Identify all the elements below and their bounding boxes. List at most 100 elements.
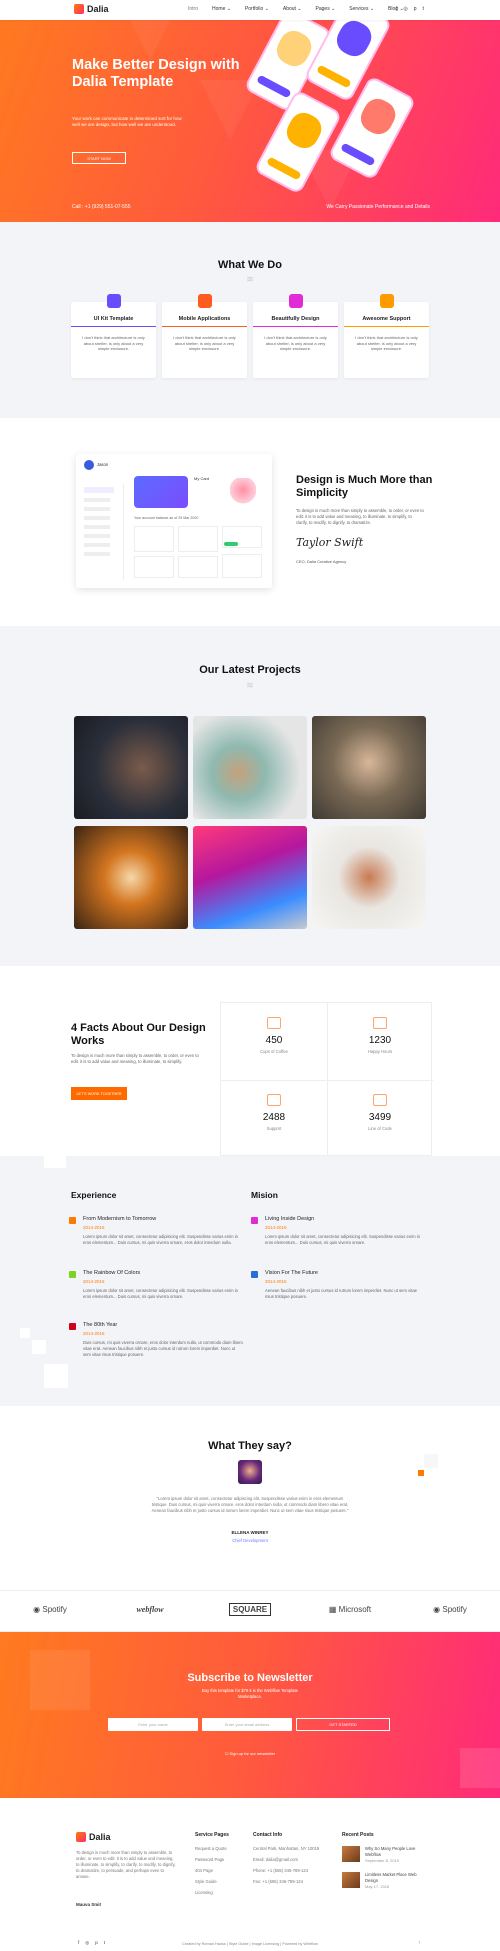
hero-lead: Your work can communicate in determined …: [72, 116, 182, 127]
what-we-do-section: What We Do ≋ UI Kit Template I don't thi…: [0, 222, 500, 418]
section-title: What We Do: [218, 259, 282, 271]
work-together-button[interactable]: LET'S WORK TOGETHER: [71, 1087, 127, 1100]
testimonial-name: ELLENA WINREY: [231, 1530, 269, 1535]
service-card[interactable]: Beautifully Design I don't think that ar…: [253, 294, 338, 378]
fact-number: 450: [265, 1035, 283, 1046]
footer-about: To design is much more than simply to as…: [76, 1850, 176, 1879]
square-logo: SQUARE: [200, 1603, 300, 1616]
design-title: Design is Much More than Simplicity: [296, 474, 433, 499]
dashboard-sidebar: [84, 484, 124, 580]
bullet-icon: [69, 1271, 76, 1278]
card-desc: I don't think that architecture is only …: [264, 335, 327, 351]
nav-portfolio[interactable]: Portfolio ⌄: [245, 6, 269, 12]
contact-column: Contact Info Central Park, Manhattan, NY…: [253, 1832, 323, 1890]
top-navbar: Dalia Intro Home ⌄ Portfolio ⌄ About ⌄ P…: [0, 0, 500, 20]
card-desc: I don't think that architecture is only …: [355, 335, 418, 351]
card-title: Awesome Support: [362, 316, 411, 322]
contact-email[interactable]: Email: dalia@gmail.com: [253, 1857, 323, 1862]
card-desc: I don't think that architecture is only …: [82, 335, 145, 351]
ceo-caption: CEO, Dalia Creative Agency: [296, 559, 347, 564]
nav-services[interactable]: Services ⌄: [349, 6, 374, 12]
project-image[interactable]: [193, 826, 307, 929]
service-card[interactable]: Mobile Applications I don't think that a…: [162, 294, 247, 378]
post-title: Limitless Market Place Web Design: [365, 1872, 417, 1883]
hero-pattern: [120, 0, 360, 210]
fact-number: 3499: [368, 1112, 392, 1123]
recent-post[interactable]: Limitless Market Place Web Design May 17,…: [342, 1872, 432, 1892]
recent-post[interactable]: Why So Many People Love Webflow September…: [342, 1846, 432, 1866]
hero-title: Make Better Design with Dalia Template: [72, 57, 240, 90]
bullet-icon: [69, 1323, 76, 1330]
logo-icon: [74, 4, 84, 14]
footer-link[interactable]: Request a Quote: [195, 1846, 229, 1851]
nav-socials: f ◎ p t: [396, 6, 424, 12]
bullet-icon: [251, 1217, 258, 1224]
item-years: 2014-2015: [83, 1331, 105, 1336]
deco-square: [418, 1470, 424, 1476]
email-input[interactable]: Enter your email address: [202, 1718, 292, 1731]
card-underline: [71, 326, 156, 327]
item-title: From Modernism to Tomorrow: [83, 1216, 157, 1222]
post-date: September 8, 2019: [365, 1858, 400, 1863]
bullet-icon: [69, 1217, 76, 1224]
item-years: 2014-2015: [265, 1279, 287, 1284]
project-image[interactable]: [312, 826, 426, 929]
avatar: [238, 1460, 262, 1484]
project-image[interactable]: [74, 826, 188, 929]
brand-name: Dalia: [89, 1832, 111, 1842]
fact-item: 450 Cups of Coffee: [221, 1003, 327, 1080]
instagram-icon[interactable]: ◎: [403, 6, 407, 12]
copyright: Created by Roman Haoss | Style Guide | I…: [182, 1942, 318, 1946]
recent-posts-column: Recent Posts Why So Many People Love Web…: [342, 1832, 432, 1898]
footer-link[interactable]: 404 Page: [195, 1868, 229, 1873]
service-card[interactable]: UI Kit Template I don't think that archi…: [71, 294, 156, 378]
experience-title: Experience: [71, 1190, 117, 1200]
footer-link[interactable]: Password Page: [195, 1857, 229, 1862]
facebook-icon[interactable]: f: [396, 6, 397, 12]
illustration-icon: [230, 478, 256, 508]
support-icon: [380, 294, 394, 308]
column-title: Contact Info: [253, 1832, 283, 1838]
post-thumbnail: [342, 1846, 360, 1862]
newsletter-sub: Buy this template for $79 it is the Webf…: [202, 1688, 298, 1699]
signup-label: Sign up for our newsletter: [229, 1751, 276, 1756]
footer-name: Mauva Smit: [76, 1902, 102, 1907]
pinterest-icon[interactable]: p: [414, 6, 417, 12]
experience-section: Experience Mision From Modernism to Tomo…: [0, 1156, 500, 1406]
footer-link[interactable]: Style Guide: [195, 1879, 229, 1884]
item-title: The 80th Year: [83, 1322, 118, 1328]
bullet-icon: [251, 1271, 258, 1278]
footer-logo[interactable]: Dalia: [76, 1832, 111, 1842]
fact-label: Support: [266, 1126, 282, 1131]
nav-about[interactable]: About ⌄: [283, 6, 302, 12]
project-image[interactable]: [312, 716, 426, 819]
get-started-button[interactable]: GET STARTED: [296, 1718, 390, 1731]
nav-intro[interactable]: Intro: [188, 6, 198, 12]
start-now-button[interactable]: START NOW: [72, 152, 126, 164]
dashboard-card-label: My Card: [194, 476, 210, 481]
deco-square: [424, 1454, 438, 1468]
project-image[interactable]: [74, 716, 188, 819]
webflow-logo: webflow: [136, 1605, 164, 1614]
footer-link[interactable]: Licensing: [195, 1890, 229, 1895]
contact-address: Central Park, Manhattan, NY 10019: [253, 1846, 320, 1851]
spotify-logo: ◉ Spotify: [0, 1605, 100, 1614]
project-image[interactable]: [193, 716, 307, 819]
deco-square: [44, 1364, 68, 1388]
nav-pages[interactable]: Pages ⌄: [316, 6, 336, 12]
support-icon: [267, 1094, 281, 1106]
brand-name: Spotify: [442, 1605, 467, 1614]
brand-logo[interactable]: Dalia: [74, 4, 109, 14]
card-title: Beautifully Design: [271, 316, 320, 322]
nav-home[interactable]: Home ⌄: [212, 6, 231, 12]
item-title: Living Inside Design: [265, 1216, 315, 1222]
name-input[interactable]: Enter your name: [108, 1718, 198, 1731]
post-date: May 17, 2018: [365, 1884, 390, 1889]
brand-name: Spotify: [42, 1605, 67, 1614]
service-card[interactable]: Awesome Support I don't think that archi…: [344, 294, 429, 378]
status-pill: [224, 542, 238, 546]
scroll-top-icon[interactable]: ↑: [418, 1940, 421, 1946]
post-thumbnail: [342, 1872, 360, 1888]
microsoft-logo: ▦ Microsoft: [300, 1605, 400, 1614]
twitter-icon[interactable]: t: [423, 6, 424, 12]
